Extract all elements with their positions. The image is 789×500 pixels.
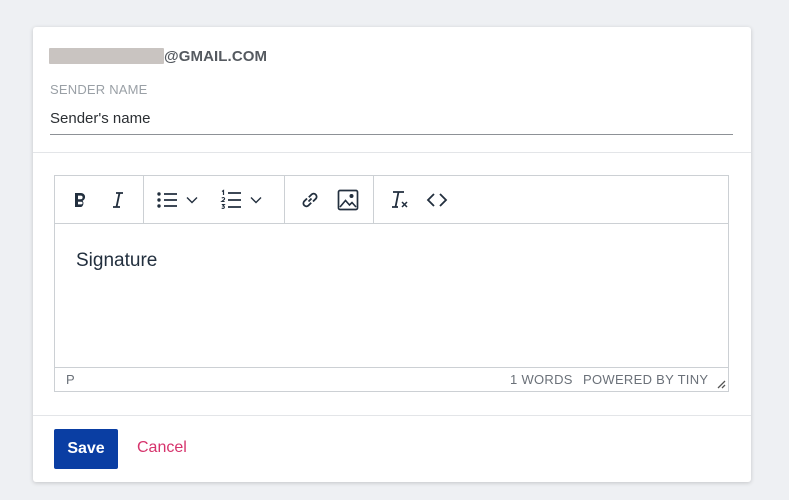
signature-card: @GMAIL.COM SENDER NAME Sender's name Sig… (33, 27, 751, 482)
link-button[interactable] (291, 183, 329, 217)
tools-group (373, 175, 462, 224)
resize-handle-icon[interactable] (716, 379, 726, 389)
image-button[interactable] (329, 183, 367, 217)
image-icon (337, 189, 359, 210)
element-path[interactable]: P (66, 372, 75, 387)
insert-group (284, 175, 373, 224)
source-code-icon (426, 192, 448, 207)
chevron-down-icon (186, 196, 198, 203)
format-group (55, 176, 143, 224)
list-group (143, 175, 284, 224)
bold-button[interactable] (61, 183, 99, 217)
sender-name-input[interactable] (50, 103, 733, 135)
editor-content[interactable]: Signature (76, 250, 157, 272)
redacted-email-user (49, 48, 164, 64)
numbered-list-button[interactable] (214, 183, 278, 217)
email-domain: @GMAIL.COM (164, 47, 268, 65)
italic-button[interactable] (99, 183, 137, 217)
cancel-button[interactable]: Cancel (137, 439, 187, 457)
editor-statusbar: P 1 WORDS POWERED BY TINY (55, 367, 728, 391)
bullet-list-button[interactable] (150, 183, 214, 217)
rich-text-editor: Signature P 1 WORDS POWERED BY TINY (54, 175, 729, 392)
link-icon (302, 192, 318, 207)
source-code-button[interactable] (418, 183, 456, 217)
word-count[interactable]: 1 WORDS (510, 372, 573, 387)
italic-icon (113, 191, 123, 208)
divider (33, 415, 751, 416)
divider (33, 152, 751, 153)
chevron-down-icon (250, 196, 262, 203)
bullet-list-icon (157, 191, 177, 208)
clear-formatting-button[interactable] (380, 183, 418, 217)
clear-formatting-icon (392, 190, 408, 208)
numbered-list-icon (220, 188, 241, 209)
bold-icon (75, 192, 86, 207)
sender-name-label: SENDER NAME (50, 82, 148, 97)
editor-toolbar (55, 175, 728, 224)
save-button[interactable]: Save (54, 429, 118, 469)
powered-by-link[interactable]: POWERED BY TINY (583, 372, 708, 387)
account-email: @GMAIL.COM (49, 47, 268, 65)
